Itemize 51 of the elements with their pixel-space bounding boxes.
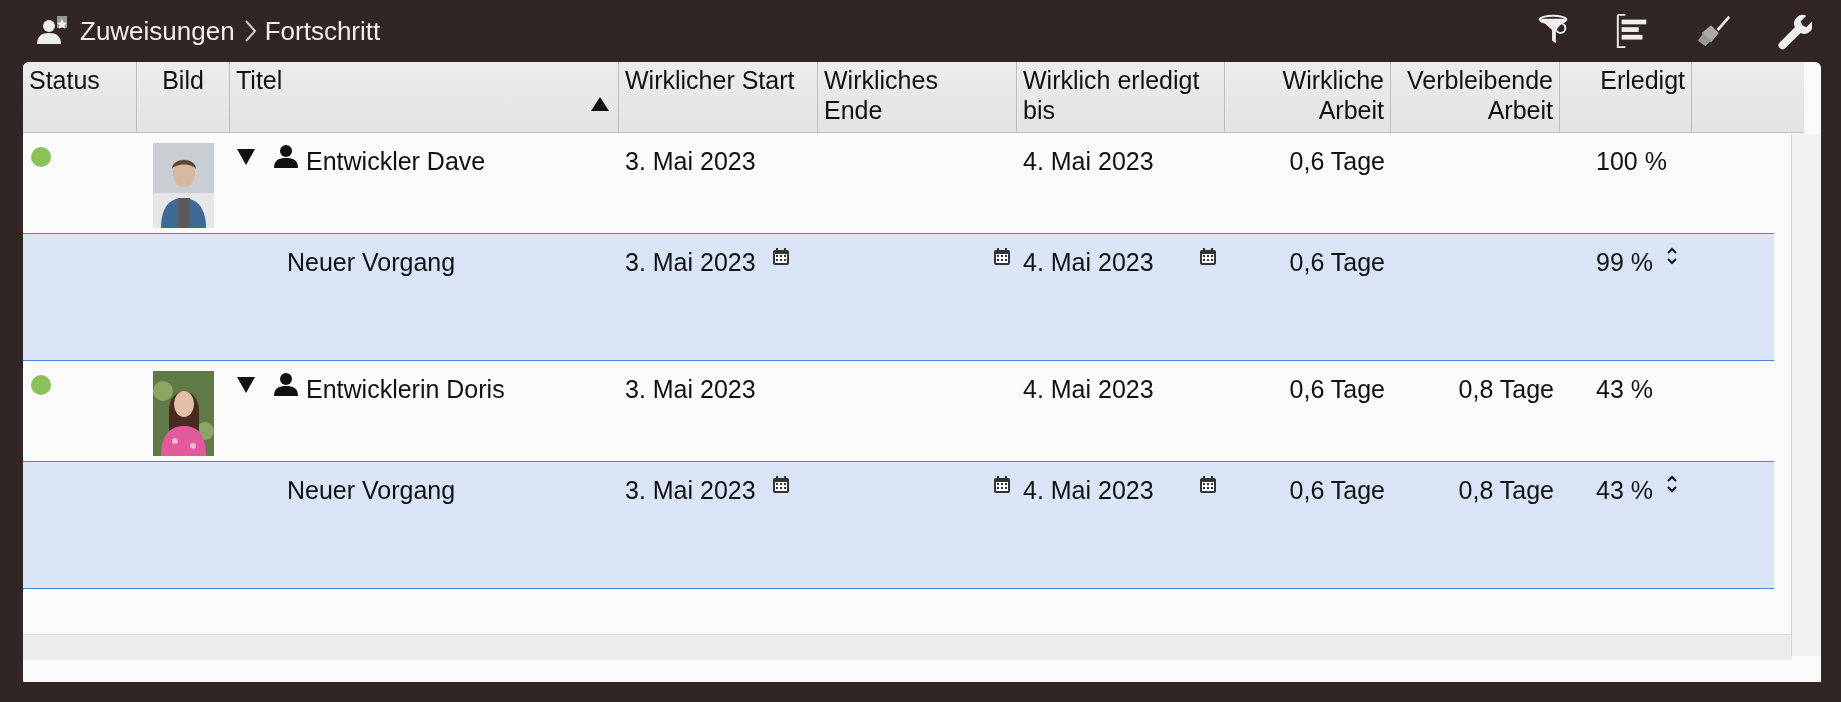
table-row[interactable]: Neuer Vorgang 3. Mai 2023 4. Mai 2023 0,6 Tage 99 % <box>23 234 1774 361</box>
collapse-triangle-icon[interactable] <box>236 376 256 394</box>
task-title: Neuer Vorgang <box>287 247 456 278</box>
table-cell-text: 0,6 Tage <box>1289 146 1385 177</box>
table-cell-text: 0,6 Tage <box>1289 475 1385 506</box>
collapse-triangle-icon[interactable] <box>236 148 256 166</box>
breadcrumb-current[interactable]: Fortschritt <box>264 11 381 51</box>
date-cell-text: 3. Mai 2023 <box>625 374 756 405</box>
column-header[interactable]: Status <box>23 62 137 133</box>
date-cell-text: 4. Mai 2023 <box>1023 146 1154 177</box>
scrollbar[interactable] <box>23 634 1792 660</box>
column-header[interactable]: Wirkliche Arbeit <box>1225 62 1391 133</box>
table-cell-text: 43 % <box>1596 475 1653 506</box>
calendar-icon[interactable] <box>1199 476 1217 494</box>
resource-name: Entwickler Dave <box>306 146 486 177</box>
table-cell-text: 0,8 Tage <box>1458 475 1554 506</box>
date-cell-text: 3. Mai 2023 <box>625 475 756 506</box>
calendar-icon[interactable] <box>1199 248 1217 266</box>
stepper-icon[interactable] <box>1665 474 1679 494</box>
sort-ascending-icon[interactable] <box>590 96 610 112</box>
calendar-icon[interactable] <box>993 248 1011 266</box>
column-header[interactable]: Wirklicher Start <box>619 62 818 133</box>
column-header[interactable]: Erledigt <box>1560 62 1692 133</box>
date-cell-text: 4. Mai 2023 <box>1023 247 1154 278</box>
calendar-icon[interactable] <box>771 248 790 266</box>
date-cell-text: 3. Mai 2023 <box>625 146 756 177</box>
table-cell-text: 0,6 Tage <box>1289 374 1385 405</box>
task-title: Neuer Vorgang <box>287 475 456 506</box>
date-cell-text: 3. Mai 2023 <box>625 247 756 278</box>
calendar-icon[interactable] <box>993 476 1011 494</box>
table-cell-text: 43 % <box>1596 374 1653 405</box>
table-cell-text: 0,8 Tage <box>1458 374 1554 405</box>
column-header[interactable]: Bild <box>137 62 230 133</box>
stepper-icon[interactable] <box>1665 246 1679 266</box>
scrollbar[interactable] <box>1791 134 1821 656</box>
table-cell-text: 99 % <box>1596 247 1653 278</box>
person-icon <box>274 372 298 396</box>
table-row[interactable]: Neuer Vorgang 3. Mai 2023 4. Mai 2023 0,6 Tage 0,8 Tage 43 % <box>23 462 1774 589</box>
table-cell-text: 0,6 Tage <box>1289 247 1385 278</box>
calendar-icon[interactable] <box>771 476 790 494</box>
resource-name: Entwicklerin Doris <box>306 374 505 405</box>
date-cell-text: 4. Mai 2023 <box>1023 374 1154 405</box>
column-header[interactable]: Wirkliches Ende <box>818 62 1017 133</box>
column-header[interactable]: Verbleibende Arbeit <box>1391 62 1560 133</box>
breadcrumb-link[interactable]: Zuweisungen <box>80 11 235 51</box>
date-cell-text: 4. Mai 2023 <box>1023 475 1154 506</box>
chevron-icon <box>242 19 257 43</box>
person-icon <box>274 144 298 168</box>
column-header[interactable]: Wirklich erledigt bis <box>1017 62 1225 133</box>
column-header[interactable]: Titel <box>230 62 619 133</box>
table-cell-text: 100 % <box>1596 146 1667 177</box>
